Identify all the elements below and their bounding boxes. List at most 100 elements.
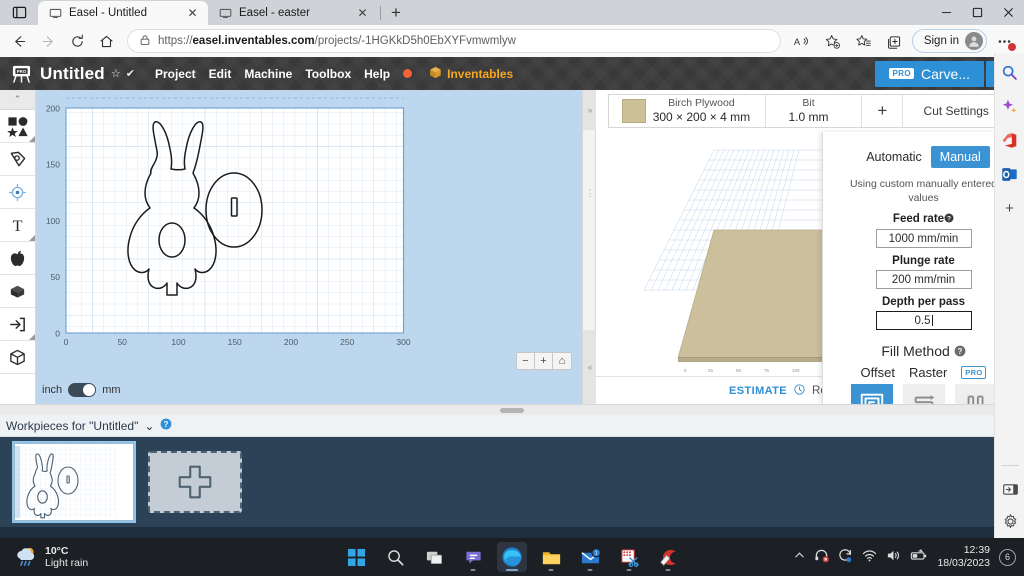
- material-selector[interactable]: Birch Plywood 300 × 200 × 4 mm: [609, 95, 766, 127]
- forward-icon[interactable]: [35, 28, 62, 55]
- canvas-svg[interactable]: 200 150 100 50 0 0 50 100 150 200 250 30…: [36, 90, 582, 376]
- plunge-rate-input[interactable]: 200 mm/min: [875, 270, 972, 290]
- menu-item-help[interactable]: Help: [364, 67, 390, 81]
- add-bit-button[interactable]: +: [862, 95, 904, 127]
- tool-cube-button[interactable]: [0, 341, 35, 374]
- taskbar-clock[interactable]: 12:39 18/03/2023: [937, 544, 990, 570]
- browser-settings-more-icon[interactable]: [991, 28, 1018, 55]
- outlook-icon[interactable]: [999, 163, 1021, 185]
- office-icon[interactable]: [999, 129, 1021, 151]
- tool-3d-box-button[interactable]: [0, 275, 35, 308]
- onedrive-sync-icon[interactable]: [838, 548, 853, 566]
- taskbar-weather-widget[interactable]: 10°C Light rain: [0, 545, 88, 570]
- svg-text:25: 25: [708, 368, 714, 373]
- headset-error-icon[interactable]: [814, 548, 830, 566]
- divider-collapse-left-handle[interactable]: «: [583, 330, 597, 404]
- minimize-button[interactable]: [931, 0, 962, 25]
- tool-text-button[interactable]: T: [0, 209, 35, 242]
- site-info-lock-icon[interactable]: [139, 34, 151, 49]
- tool-point-button[interactable]: [0, 176, 35, 209]
- sign-in-button[interactable]: Sign in: [911, 29, 987, 53]
- panel-divider[interactable]: » ⋮ «: [582, 90, 597, 404]
- start-button[interactable]: [341, 542, 371, 572]
- bit-selector[interactable]: Bit 1.0 mm: [766, 95, 863, 127]
- add-sidebar-app-icon[interactable]: +: [999, 197, 1021, 219]
- workpieces-resize-handle[interactable]: [0, 404, 1024, 415]
- inventables-link[interactable]: Inventables: [429, 66, 513, 82]
- menu-item-toolbox[interactable]: Toolbox: [305, 67, 351, 81]
- add-favorite-icon[interactable]: [819, 28, 846, 55]
- browser-tab-0[interactable]: Easel - Untitled ✕: [38, 1, 208, 25]
- home-icon[interactable]: [93, 28, 120, 55]
- notification-count-badge[interactable]: 6: [999, 548, 1016, 566]
- tab-close-icon[interactable]: ✕: [355, 6, 370, 21]
- design-canvas[interactable]: 200 150 100 50 0 0 50 100 150 200 250 30…: [36, 90, 582, 376]
- favorites-icon[interactable]: [850, 28, 877, 55]
- address-bar[interactable]: https://easel.inventables.com/projects/-…: [127, 29, 781, 53]
- workpiece-thumbnail-1[interactable]: [12, 441, 136, 523]
- tool-apps-apple-button[interactable]: [0, 242, 35, 275]
- zoom-in-button[interactable]: +: [535, 353, 553, 369]
- edge-icon[interactable]: [497, 542, 527, 572]
- tab-actions-icon[interactable]: [0, 0, 38, 25]
- collapse-toolbar-button[interactable]: ⌃: [0, 90, 35, 110]
- fill-raster-x-tile[interactable]: [902, 384, 945, 404]
- copilot-icon[interactable]: [999, 95, 1021, 117]
- new-tab-button[interactable]: +: [383, 1, 409, 25]
- depth-per-pass-input[interactable]: 0.5: [875, 311, 972, 331]
- task-view-icon[interactable]: [419, 542, 449, 572]
- divider-expand-right-handle[interactable]: »: [583, 90, 597, 130]
- carve-button[interactable]: PRO Carve...: [875, 60, 984, 87]
- divider-grip[interactable]: ⋮: [583, 186, 597, 200]
- menu-item-project[interactable]: Project: [155, 67, 196, 81]
- tool-import-button[interactable]: [0, 308, 35, 341]
- mail-icon[interactable]: 1: [575, 542, 605, 572]
- fill-offset-label[interactable]: Offset: [861, 365, 895, 380]
- read-aloud-icon[interactable]: A: [788, 28, 815, 55]
- back-icon[interactable]: [6, 28, 33, 55]
- rail-divider: [1001, 465, 1019, 466]
- maximize-button[interactable]: [962, 0, 993, 25]
- workpieces-chevron-down-icon[interactable]: ⌄: [144, 419, 154, 433]
- settings-gear-icon[interactable]: [999, 510, 1021, 532]
- search-icon[interactable]: [999, 61, 1021, 83]
- fill-raster-label[interactable]: Raster: [909, 365, 947, 380]
- volume-icon[interactable]: [886, 548, 901, 566]
- unit-inch-label[interactable]: inch: [42, 384, 62, 396]
- easel-logo-icon[interactable]: PRO: [10, 64, 32, 84]
- zoom-home-button[interactable]: ⌂: [553, 353, 571, 369]
- tab-close-icon[interactable]: ✕: [185, 6, 200, 21]
- unit-toggle-switch[interactable]: [68, 383, 97, 397]
- menu-item-edit[interactable]: Edit: [209, 67, 232, 81]
- close-window-button[interactable]: [993, 0, 1024, 25]
- workpieces-help-icon[interactable]: ?: [160, 418, 172, 433]
- tool-pen-button[interactable]: [0, 143, 35, 176]
- tray-expand-icon[interactable]: [794, 550, 805, 564]
- estimate-link[interactable]: ESTIMATE: [729, 385, 787, 397]
- feed-rate-input[interactable]: 1000 mm/min: [875, 229, 972, 249]
- zoom-out-button[interactable]: −: [517, 353, 535, 369]
- add-workpiece-button[interactable]: [148, 451, 242, 513]
- wifi-icon[interactable]: [862, 548, 877, 566]
- fill-raster-y-tile[interactable]: [954, 384, 997, 404]
- unit-mm-label[interactable]: mm: [102, 384, 120, 396]
- mode-manual-option[interactable]: Manual: [930, 146, 990, 168]
- fill-offset-tile[interactable]: [850, 384, 893, 404]
- menu-item-machine[interactable]: Machine: [244, 67, 292, 81]
- snipping-tool-icon[interactable]: [614, 542, 644, 572]
- battery-icon[interactable]: [910, 548, 928, 566]
- mode-automatic-option[interactable]: Automatic: [857, 146, 931, 168]
- file-explorer-icon[interactable]: [536, 542, 566, 572]
- ccleaner-icon[interactable]: [653, 542, 683, 572]
- estimate-info-icon[interactable]: [794, 383, 805, 398]
- browser-essentials-icon[interactable]: [999, 478, 1021, 500]
- tool-shapes-button[interactable]: [0, 110, 35, 143]
- favorite-star-icon[interactable]: ☆: [111, 67, 121, 80]
- feed-rate-help-icon[interactable]: ?: [944, 213, 954, 226]
- browser-tab-1[interactable]: Easel - easter ✕: [208, 1, 378, 25]
- reload-icon[interactable]: [64, 28, 91, 55]
- collections-icon[interactable]: [881, 28, 908, 55]
- taskbar-search-icon[interactable]: [380, 542, 410, 572]
- fill-method-help-icon[interactable]: ?: [954, 344, 966, 360]
- chat-icon[interactable]: [458, 542, 488, 572]
